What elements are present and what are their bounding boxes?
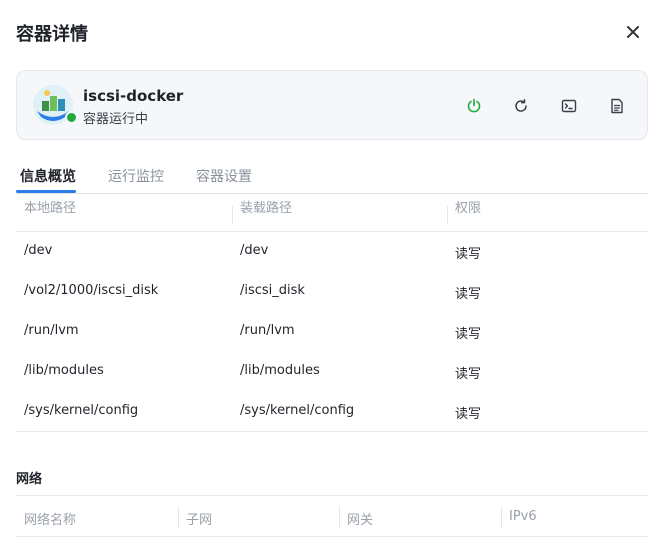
local-path-cell: /lib/modules: [24, 363, 104, 378]
table-row: /sys/kernel/config /sys/kernel/config 读写: [16, 392, 648, 432]
terminal-button[interactable]: [558, 95, 580, 117]
power-icon: [467, 98, 481, 113]
dialog-title: 容器详情: [16, 24, 88, 45]
container-card: iscsi-docker 容器运行中: [16, 70, 648, 140]
log-button[interactable]: [606, 95, 628, 117]
permission-cell: 读写: [455, 287, 482, 302]
local-path-cell: /dev: [24, 243, 53, 258]
table-row: /dev /dev 读写: [16, 232, 648, 272]
log-icon: [611, 98, 623, 114]
permission-cell: 读写: [455, 327, 482, 342]
column-network-name: 网络名称: [24, 513, 77, 528]
container-details-dialog: 容器详情 iscsi-docker 容器运行中 信息概览 运行监控 容器设置 本…: [0, 0, 672, 553]
mount-path-cell: /iscsi_disk: [240, 283, 305, 298]
column-divider: [232, 206, 233, 224]
close-icon: [627, 26, 639, 38]
column-local-path: 本地路径: [24, 201, 77, 216]
network-table-header: 网络名称 子网 网关 IPv6: [16, 495, 648, 537]
table-row: /lib/modules /lib/modules 读写: [16, 352, 648, 392]
column-mount-path: 装载路径: [240, 201, 293, 216]
power-button[interactable]: [463, 95, 485, 117]
permission-cell: 读写: [455, 407, 482, 422]
close-button[interactable]: [621, 20, 645, 44]
volume-table-body: /dev /dev 读写 /vol2/1000/iscsi_disk /iscs…: [16, 232, 648, 432]
table-row: /vol2/1000/iscsi_disk /iscsi_disk 读写: [16, 272, 648, 312]
active-tab-indicator: [16, 190, 76, 193]
network-section-title: 网络: [16, 472, 43, 487]
column-gateway: 网关: [347, 513, 374, 528]
column-divider: [501, 506, 502, 528]
mount-path-cell: /sys/kernel/config: [240, 403, 355, 418]
mount-path-cell: /lib/modules: [240, 363, 320, 378]
column-divider: [339, 506, 340, 528]
tab-settings[interactable]: 容器设置: [196, 166, 252, 186]
mount-path-cell: /dev: [240, 243, 269, 258]
local-path-cell: /sys/kernel/config: [24, 403, 139, 418]
table-row: /run/lvm /run/lvm 读写: [16, 312, 648, 352]
tab-bar: 信息概览 运行监控 容器设置: [16, 158, 648, 194]
container-status: 容器运行中: [83, 112, 149, 127]
column-divider: [178, 506, 179, 528]
terminal-icon: [561, 99, 577, 113]
volume-table-header: 本地路径 装载路径 权限: [16, 200, 648, 232]
container-name: iscsi-docker: [83, 87, 184, 105]
column-ipv6: IPv6: [509, 509, 537, 524]
local-path-cell: /vol2/1000/iscsi_disk: [24, 283, 159, 298]
running-status-dot: [65, 111, 78, 124]
tab-monitor[interactable]: 运行监控: [108, 166, 164, 186]
local-path-cell: /run/lvm: [24, 323, 79, 338]
mount-path-cell: /run/lvm: [240, 323, 295, 338]
restart-icon: [515, 99, 527, 112]
restart-button[interactable]: [510, 95, 532, 117]
permission-cell: 读写: [455, 367, 482, 382]
column-divider: [447, 206, 448, 224]
column-permission: 权限: [455, 201, 482, 216]
column-subnet: 子网: [186, 513, 213, 528]
tab-overview[interactable]: 信息概览: [20, 166, 76, 186]
permission-cell: 读写: [455, 247, 482, 262]
